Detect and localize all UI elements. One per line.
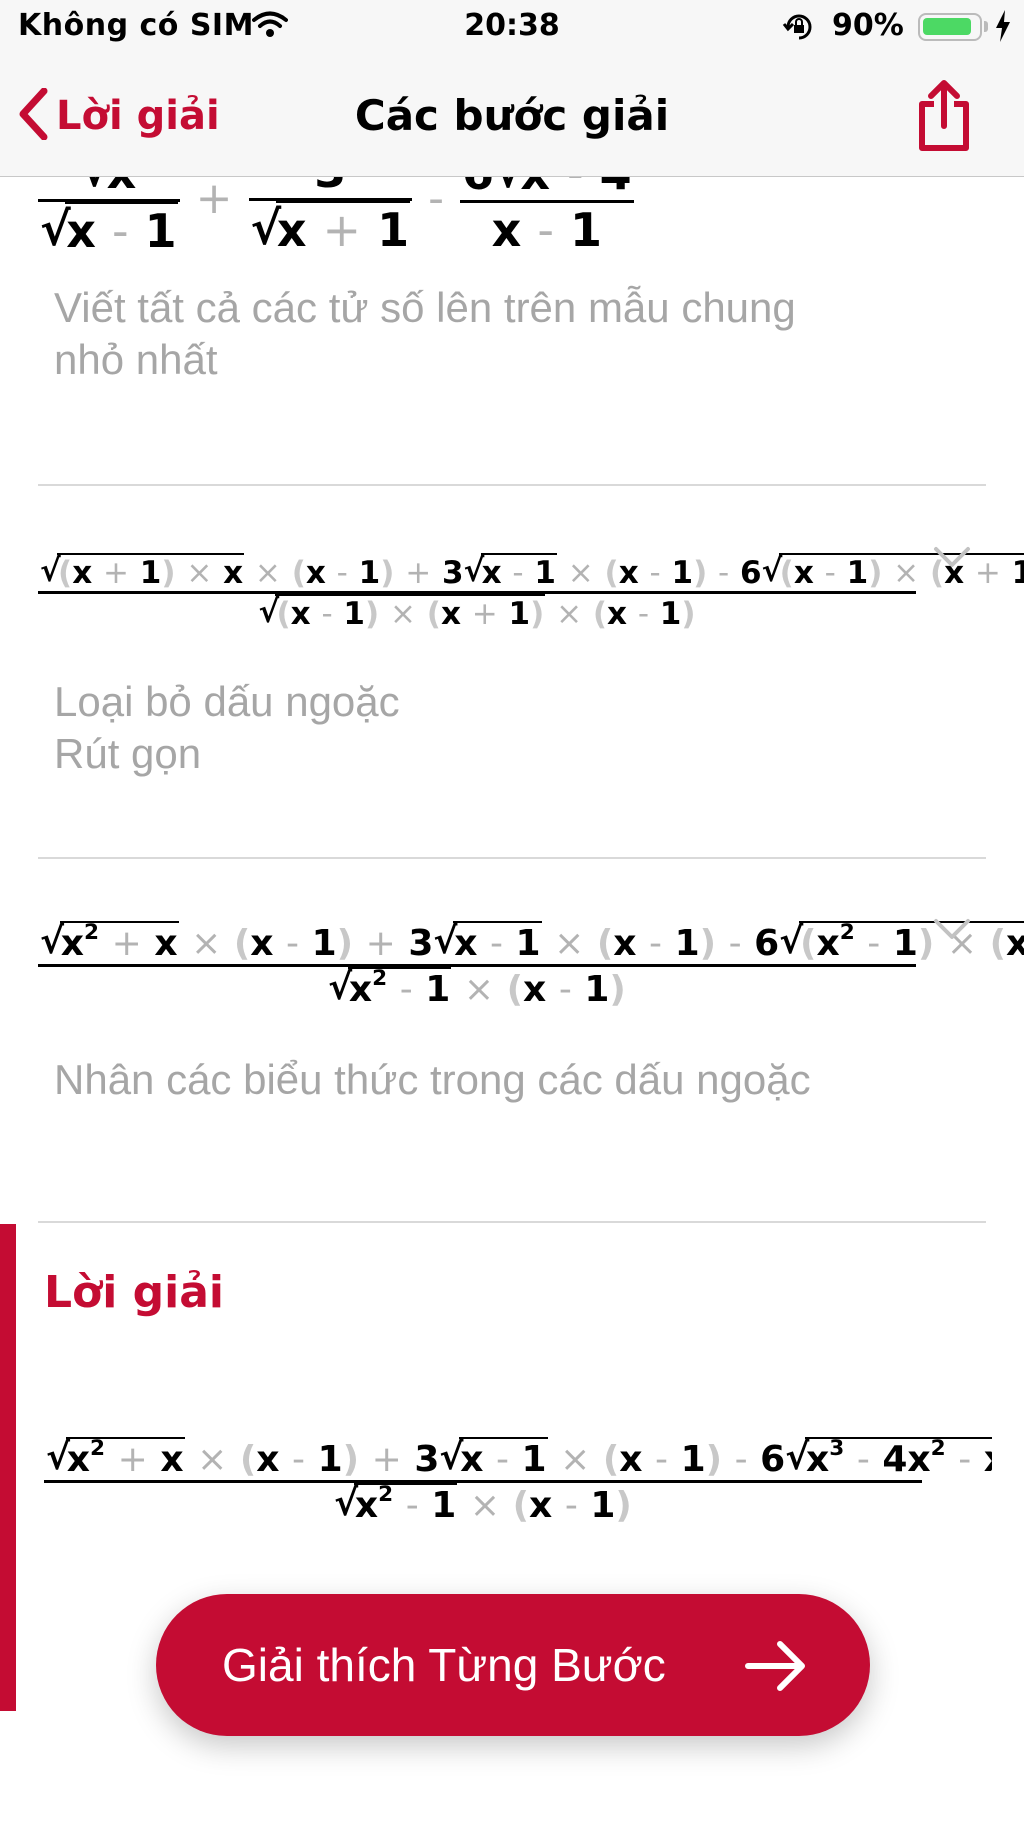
charging-icon [994, 10, 1012, 50]
divider [38, 1221, 986, 1223]
battery-icon [918, 13, 982, 41]
status-bar: Không có SIM 20:38 90% [0, 0, 1024, 56]
step-by-step-button-label: Giải thích Từng Bước [222, 1639, 666, 1691]
step-1[interactable]: √x√x - 1 + 3√x + 1 - 6√x - 4x - 1 Viết t… [38, 177, 986, 386]
divider [38, 484, 986, 486]
battery-percentage: 90% [832, 8, 904, 43]
step-by-step-button[interactable]: Giải thích Từng Bước [156, 1594, 870, 1736]
orientation-lock-icon [782, 10, 816, 52]
divider [38, 857, 986, 859]
step-2-expression: √ (x + 1) × x × (x - 1) + 3 √ x - 1 × (x - … [38, 553, 1024, 632]
chevron-down-icon[interactable] [932, 545, 972, 573]
step-1-expression: √x√x - 1 + 3√x + 1 - 6√x - 4x - 1 [38, 177, 986, 258]
chevron-down-icon[interactable] [932, 917, 972, 945]
step-3-description: Nhân các biểu thức trong các dấu ngoặc [54, 1056, 811, 1103]
page-title: Các bước giải [354, 91, 670, 140]
share-icon [914, 80, 974, 158]
step-2-description: Loại bỏ dấu ngoặc Rút gọn [54, 678, 400, 777]
step-3-expression: √ x2 + x × (x - 1) + 3 √ x - 1 × (x - 1) - … [38, 921, 1024, 1010]
share-button[interactable] [914, 78, 974, 158]
step-2[interactable]: √ (x + 1) × x × (x - 1) + 3 √ x - 1 × (x - … [38, 553, 1024, 780]
step-1-description: Viết tất cả các tử số lên trên mẫu chung… [54, 284, 796, 383]
arrow-right-icon [744, 1640, 808, 1696]
solution-title: Lời giải [44, 1267, 225, 1318]
navigation-bar: Lời giải Các bước giải [0, 56, 1024, 177]
steps-list: √x√x - 1 + 3√x + 1 - 6√x - 4x - 1 Viết t… [0, 177, 1024, 1821]
solution-accent-bar [0, 1224, 16, 1711]
step-3[interactable]: √ x2 + x × (x - 1) + 3 √ x - 1 × (x - 1) - … [38, 921, 1024, 1106]
